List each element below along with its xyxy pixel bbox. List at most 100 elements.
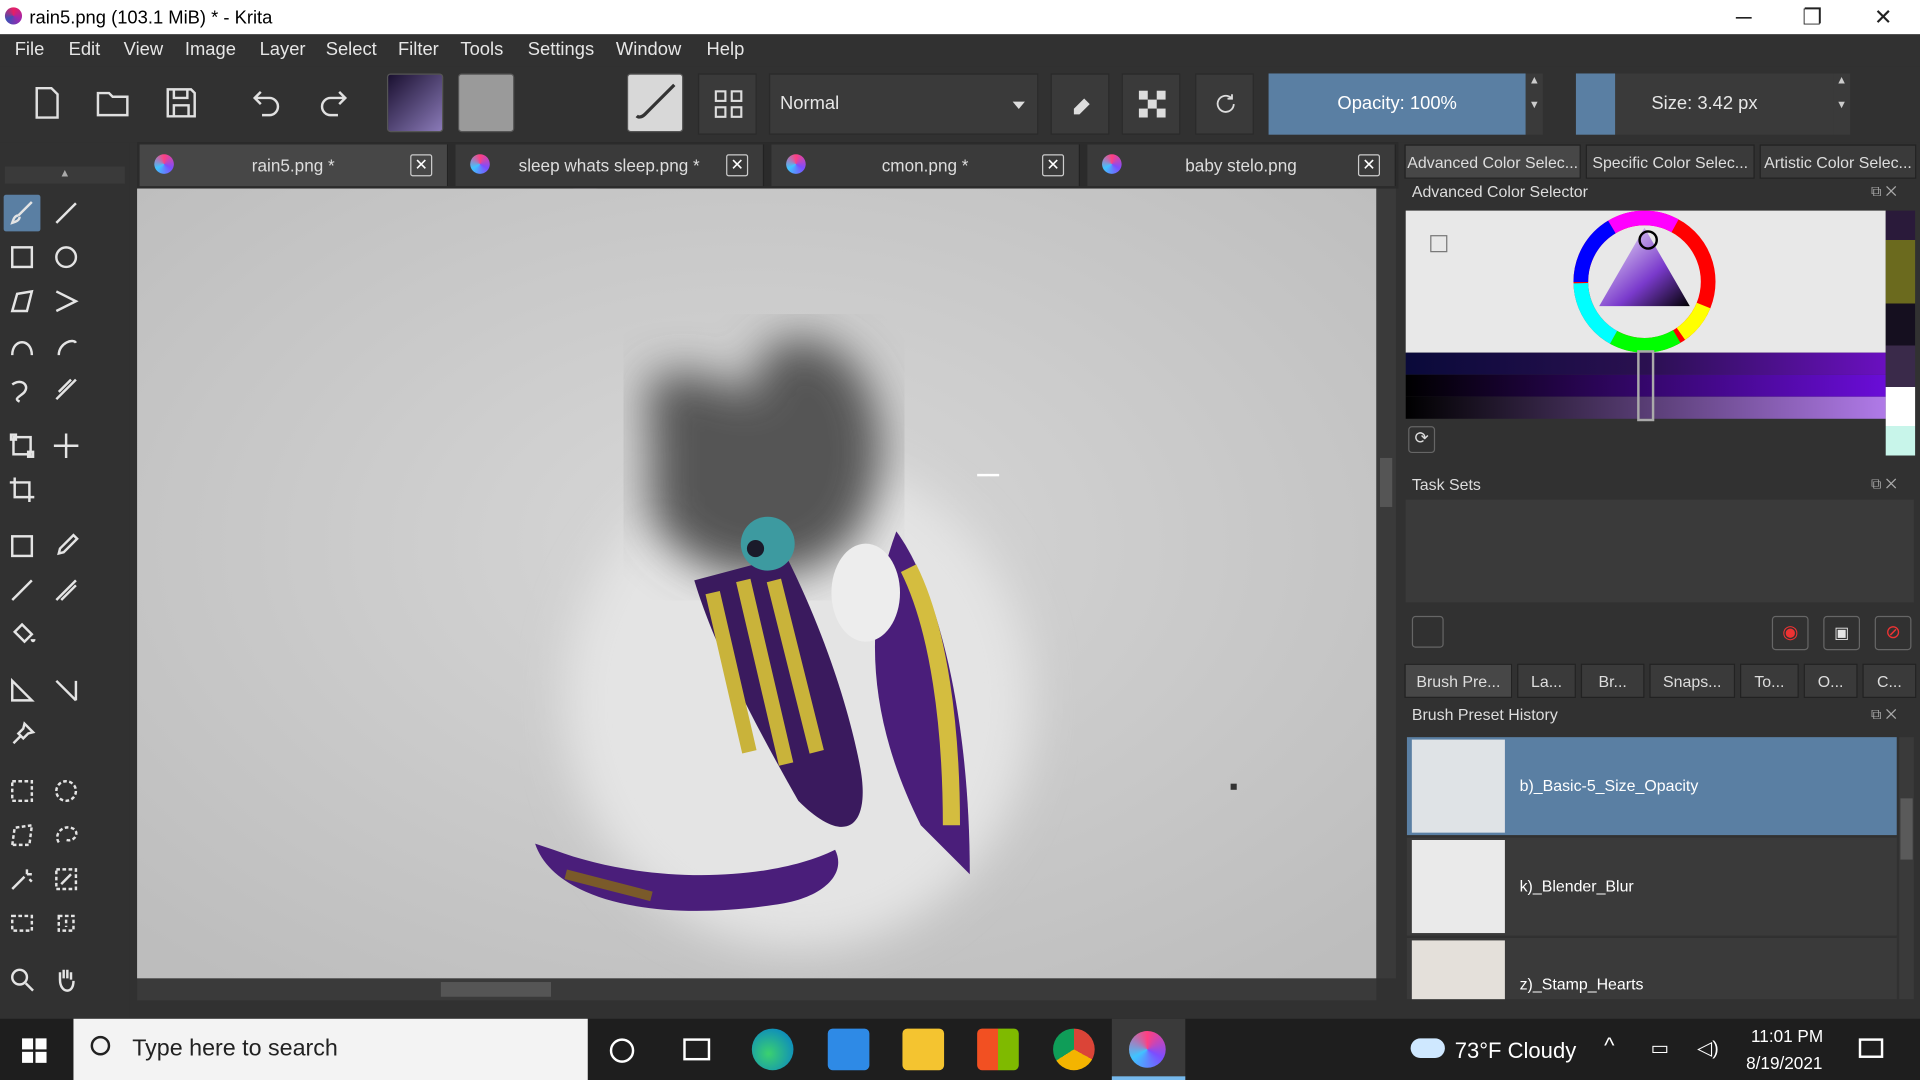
chevron-up-icon[interactable]: ^ — [1604, 1033, 1614, 1059]
multibrush-tool[interactable] — [48, 371, 85, 408]
menu-window[interactable]: Window — [616, 39, 681, 60]
smart-patch-tool[interactable] — [48, 572, 85, 609]
tab-overview[interactable]: O... — [1803, 663, 1858, 698]
menu-image[interactable]: Image — [185, 39, 236, 60]
reference-images-tool[interactable] — [4, 716, 41, 753]
toolbox-collapse-handle[interactable]: ▲ — [4, 166, 125, 184]
tab-tool-options[interactable]: To... — [1740, 663, 1799, 698]
menu-tools[interactable]: Tools — [460, 39, 503, 60]
cortana-icon[interactable] — [609, 1038, 635, 1063]
pan-tool[interactable] — [48, 961, 85, 998]
size-slider[interactable]: Size: 3.42 px — [1575, 73, 1834, 135]
crop-tool[interactable] — [4, 471, 41, 508]
slider-handle[interactable] — [1637, 350, 1655, 422]
close-tab-button[interactable]: ✕ — [726, 154, 749, 177]
close-tab-button[interactable]: ✕ — [410, 154, 433, 177]
clock-time[interactable]: 11:01 PM — [1751, 1026, 1823, 1046]
minimize-button[interactable]: ─ — [1709, 0, 1778, 34]
tab-layers[interactable]: La... — [1517, 663, 1576, 698]
canvas-vertical-scrollbar[interactable] — [1376, 188, 1396, 979]
preserve-alpha-button[interactable] — [1121, 73, 1181, 135]
preset-list-scrollbar[interactable] — [1899, 737, 1914, 1000]
battery-icon[interactable]: ▭ — [1651, 1036, 1670, 1060]
open-document-button[interactable] — [86, 73, 140, 132]
tab-artistic-color-selector[interactable]: Artistic Color Selec... — [1759, 144, 1917, 179]
color-picker-tool[interactable] — [48, 528, 85, 565]
volume-icon[interactable]: ◁) — [1697, 1036, 1719, 1060]
menu-layer[interactable]: Layer — [260, 39, 306, 60]
zoom-tool[interactable] — [4, 961, 41, 998]
color-selector-widget[interactable] — [1405, 210, 1886, 353]
preset-stamp-hearts[interactable]: z)_Stamp_Hearts — [1406, 937, 1897, 1000]
tab-specific-color-selector[interactable]: Specific Color Selec... — [1585, 144, 1755, 179]
notification-center-icon[interactable] — [1858, 1038, 1884, 1058]
menu-select[interactable]: Select — [326, 39, 377, 60]
tab-baby-stelo[interactable]: baby stelo.png ✕ — [1087, 144, 1396, 187]
edge-browser-icon[interactable] — [751, 1028, 794, 1071]
freehand-selection-tool[interactable] — [48, 817, 85, 854]
close-tab-button[interactable]: ✕ — [1357, 154, 1381, 177]
preset-blender-blur[interactable]: k)_Blender_Blur — [1406, 837, 1897, 936]
gradient-tool[interactable] — [4, 528, 41, 565]
pattern-picker[interactable] — [457, 73, 515, 133]
vertical-scroll-thumb[interactable] — [1380, 457, 1393, 507]
tab-advanced-color-selector[interactable]: Advanced Color Selec... — [1404, 144, 1581, 179]
record-button[interactable]: ◉ — [1771, 615, 1809, 651]
task-sets-list[interactable] — [1405, 499, 1914, 603]
bezier-curve-tool[interactable] — [4, 327, 41, 364]
tab-rain5[interactable]: rain5.png * ✕ — [139, 144, 449, 187]
rectangle-tool[interactable] — [4, 239, 41, 276]
magnetic-selection-tool[interactable] — [48, 905, 85, 942]
maximize-button[interactable]: ❐ — [1778, 0, 1847, 34]
contiguous-selection-tool[interactable] — [4, 861, 41, 898]
ellipse-tool[interactable] — [48, 239, 85, 276]
gradient-picker[interactable] — [386, 73, 444, 133]
undo-button[interactable] — [240, 73, 294, 132]
menu-settings[interactable]: Settings — [528, 39, 594, 60]
file-explorer-icon[interactable] — [902, 1028, 945, 1071]
eraser-mode-button[interactable] — [1050, 73, 1110, 135]
close-tab-button[interactable]: ✕ — [1042, 154, 1065, 177]
microsoft-store-icon[interactable] — [977, 1028, 1019, 1071]
blend-mode-select[interactable]: Normal — [768, 73, 1039, 135]
float-close-icons[interactable]: ⧉ ✕ — [1871, 705, 1913, 722]
horizontal-scroll-thumb[interactable] — [440, 982, 552, 997]
redo-button[interactable] — [306, 73, 360, 132]
save-task-set-icon[interactable]: ▣ — [1823, 615, 1861, 651]
task-set-menu-button[interactable] — [1411, 615, 1444, 648]
menu-help[interactable]: Help — [707, 39, 745, 60]
windows-start-icon[interactable] — [22, 1038, 47, 1063]
reload-preset-button[interactable] — [1195, 73, 1254, 135]
new-document-button[interactable] — [20, 73, 74, 132]
polygonal-selection-tool[interactable] — [4, 817, 41, 854]
clear-icon[interactable]: ⊘ — [1874, 615, 1912, 651]
canvas-horizontal-scrollbar[interactable] — [137, 978, 1377, 1001]
tab-brush-presets[interactable]: Brush Pre... — [1404, 663, 1513, 698]
menu-file[interactable]: File — [15, 39, 45, 60]
line-tool[interactable] — [48, 195, 85, 232]
tab-sleep-whats-sleep[interactable]: sleep whats sleep.png * ✕ — [455, 144, 765, 187]
tab-snapshots[interactable]: Snaps... — [1649, 663, 1736, 698]
assistant-tool[interactable] — [4, 672, 41, 709]
dynamic-brush-tool[interactable] — [4, 371, 41, 408]
tab-brushes[interactable]: Br... — [1580, 663, 1645, 698]
float-close-icons[interactable]: ⧉ ✕ — [1871, 182, 1913, 199]
polygon-tool[interactable] — [4, 283, 41, 320]
save-button[interactable] — [154, 73, 208, 132]
menu-filter[interactable]: Filter — [398, 39, 439, 60]
brush-preset-button[interactable] — [626, 73, 684, 133]
size-spin-buttons[interactable]: ▲ ▼ — [1833, 73, 1851, 135]
transform-tool[interactable] — [4, 427, 41, 464]
preset-list-scroll-thumb[interactable] — [1900, 798, 1913, 860]
color-history-strip[interactable] — [1885, 210, 1916, 456]
polyline-tool[interactable] — [48, 283, 85, 320]
preset-basic-5-size-opacity[interactable]: b)_Basic-5_Size_Opacity — [1406, 737, 1897, 836]
clock-date[interactable]: 8/19/2021 — [1746, 1053, 1822, 1073]
settings-menu-icon[interactable] — [1430, 235, 1448, 253]
colorize-mask-tool[interactable] — [4, 572, 41, 609]
float-close-icons[interactable]: ⧉ ✕ — [1871, 475, 1913, 492]
menu-view[interactable]: View — [124, 39, 163, 60]
elliptical-selection-tool[interactable] — [48, 773, 85, 810]
tab-channels[interactable]: C... — [1862, 663, 1917, 698]
tab-cmon[interactable]: cmon.png * ✕ — [771, 144, 1081, 187]
